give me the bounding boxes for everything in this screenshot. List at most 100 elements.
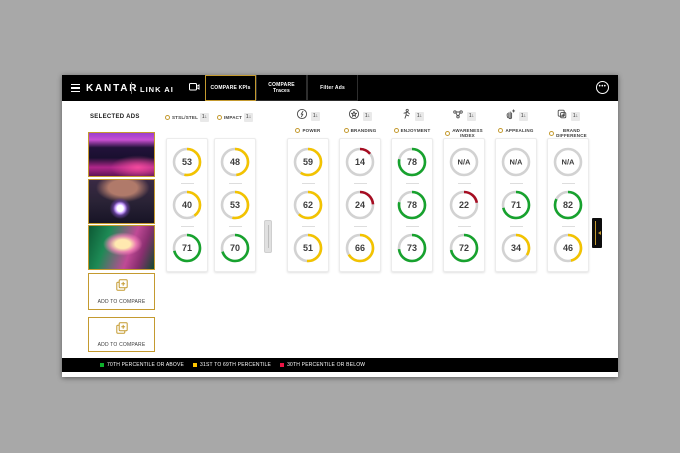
- expand-panel-handle[interactable]: [592, 218, 602, 248]
- column-header-branding: 1↓ BRANDING: [339, 107, 381, 133]
- kpi-marker-icon: [295, 128, 300, 133]
- percentile-legend: 70TH PERCENTILE OR ABOVE 31ST TO 69TH PER…: [62, 358, 618, 372]
- gauge-card-impact: 48 53 70: [214, 138, 256, 272]
- gauge-enjoyment-ad-2: 78: [396, 184, 428, 226]
- svg-text:46: 46: [563, 243, 573, 253]
- more-menu-button[interactable]: •••: [596, 81, 609, 94]
- gauge-enjoyment-ad-3: 73: [396, 227, 428, 269]
- gauge-appealing-ad-3: 34: [500, 227, 532, 269]
- gauge-stsl-stel-ad-1: 53: [171, 141, 203, 183]
- column-header-brand-difference: 1↓ BRAND DIFFERENCE: [547, 107, 589, 138]
- sort-button-appealing[interactable]: 1↓: [519, 112, 528, 121]
- kpi-marker-icon: [344, 128, 349, 133]
- sort-button-branding[interactable]: 1↓: [363, 112, 372, 121]
- kpi-marker-icon: [394, 128, 399, 133]
- app-bar: KANTAR LINK AI COMPARE KPIsCOMPARE Trace…: [62, 75, 618, 101]
- legend-color-swatch: [100, 363, 104, 367]
- svg-text:34: 34: [511, 243, 521, 253]
- svg-text:N/A: N/A: [458, 158, 472, 167]
- svg-text:72: 72: [459, 243, 469, 253]
- sort-button-impact[interactable]: 1↓: [244, 113, 253, 122]
- gauge-card-brand-difference: N/A 82 46: [547, 138, 589, 272]
- column-label: BRANDING: [351, 128, 377, 133]
- column-header-power: 1↓ POWER: [287, 107, 329, 133]
- gauge-card-awareness-index: N/A 22 72: [443, 138, 485, 272]
- column-label: STSL/STEL: [172, 115, 198, 120]
- brand-divider: [131, 82, 132, 94]
- svg-text:59: 59: [303, 157, 313, 167]
- svg-text:70: 70: [230, 243, 240, 253]
- kpi-marker-icon: [498, 128, 503, 133]
- tab-compare-traces[interactable]: COMPARE Traces: [256, 75, 307, 101]
- gauge-awareness-index-ad-2: 22: [448, 184, 480, 226]
- gauge-branding-ad-3: 66: [344, 227, 376, 269]
- gauge-power-ad-2: 62: [292, 184, 324, 226]
- gauge-impact-ad-3: 70: [219, 227, 251, 269]
- kpi-marker-icon: [165, 115, 170, 120]
- gauge-power-ad-3: 51: [292, 227, 324, 269]
- legend-item-30th-percentile-or-below: 30TH PERCENTILE OR BELOW: [280, 362, 365, 368]
- ad-thumbnail-1[interactable]: [88, 132, 155, 177]
- column-label: BRAND DIFFERENCE: [556, 128, 588, 138]
- tab-compare-kpis[interactable]: COMPARE KPIs: [205, 75, 256, 101]
- column-scroll-handle[interactable]: [264, 220, 272, 253]
- add-to-compare-label: ADD TO COMPARE: [98, 299, 146, 305]
- app-window: KANTAR LINK AI COMPARE KPIsCOMPARE Trace…: [62, 75, 618, 377]
- add-to-compare-button-1[interactable]: ADD TO COMPARE: [88, 273, 155, 310]
- sort-button-enjoyment[interactable]: 1↓: [415, 112, 424, 121]
- legend-label: 70TH PERCENTILE OR ABOVE: [107, 362, 184, 368]
- column-label: APPEALING: [505, 128, 533, 133]
- sort-button-power[interactable]: 1↓: [311, 112, 320, 121]
- svg-text:62: 62: [303, 200, 313, 210]
- legend-color-swatch: [193, 363, 197, 367]
- gauge-brand-difference-ad-3: 46: [552, 227, 584, 269]
- svg-text:24: 24: [355, 200, 365, 210]
- ad-thumbnail-3[interactable]: [88, 225, 155, 270]
- svg-text:78: 78: [407, 200, 417, 210]
- legend-item-70th-percentile-or-above: 70TH PERCENTILE OR ABOVE: [100, 362, 184, 368]
- gauge-card-power: 59 62 51: [287, 138, 329, 272]
- svg-text:53: 53: [230, 200, 240, 210]
- sort-button-brand-difference[interactable]: 1↓: [571, 112, 580, 121]
- svg-text:N/A: N/A: [510, 158, 524, 167]
- column-label: ENJOYMENT: [401, 128, 431, 133]
- tab-filter-ads[interactable]: Filter Ads: [307, 75, 358, 101]
- svg-text:66: 66: [355, 243, 365, 253]
- column-label: POWER: [302, 128, 320, 133]
- svg-text:14: 14: [355, 157, 365, 167]
- sort-button-stsl-stel[interactable]: 1↓: [200, 113, 209, 122]
- gauge-power-ad-1: 59: [292, 141, 324, 183]
- kpi-marker-icon: [445, 131, 450, 136]
- power-lightning-icon: [296, 107, 308, 125]
- svg-text:40: 40: [182, 200, 192, 210]
- kpi-marker-icon: [549, 131, 554, 136]
- svg-text:N/A: N/A: [562, 158, 576, 167]
- add-to-compare-button-2[interactable]: ADD TO COMPARE: [88, 317, 155, 352]
- svg-text:22: 22: [459, 200, 469, 210]
- awareness-network-icon: [452, 107, 464, 125]
- appealing-hand-icon: [504, 107, 516, 125]
- gauge-branding-ad-1: 14: [344, 141, 376, 183]
- column-header-enjoyment: 1↓ ENJOYMENT: [391, 107, 433, 133]
- video-screen-icon[interactable]: [188, 80, 200, 98]
- column-header-stsl-stel: STSL/STEL1↓: [166, 113, 208, 122]
- gauge-stsl-stel-ad-3: 71: [171, 227, 203, 269]
- column-header-awareness-index: 1↓AWARENESS INDEX: [443, 107, 485, 138]
- gauge-card-stsl-stel: 53 40 71: [166, 138, 208, 272]
- svg-text:78: 78: [407, 157, 417, 167]
- legend-label: 31ST TO 69TH PERCENTILE: [200, 362, 271, 368]
- product-name: LINK AI: [140, 85, 174, 94]
- svg-text:48: 48: [230, 157, 240, 167]
- main-content: SELECTED ADS ADD TO COMPAREADD TO COMPAR…: [62, 101, 618, 358]
- hamburger-menu-icon[interactable]: [71, 84, 80, 92]
- sort-button-awareness-index[interactable]: 1↓: [467, 112, 476, 121]
- svg-text:82: 82: [563, 200, 573, 210]
- ad-thumbnail-2[interactable]: [88, 179, 155, 224]
- gauge-card-appealing: N/A 71 34: [495, 138, 537, 272]
- svg-text:71: 71: [511, 200, 521, 210]
- gauge-stsl-stel-ad-2: 40: [171, 184, 203, 226]
- legend-label: 30TH PERCENTILE OR BELOW: [287, 362, 365, 368]
- gauge-card-enjoyment: 78 78 73: [391, 138, 433, 272]
- gauge-brand-difference-ad-2: 82: [552, 184, 584, 226]
- legend-color-swatch: [280, 363, 284, 367]
